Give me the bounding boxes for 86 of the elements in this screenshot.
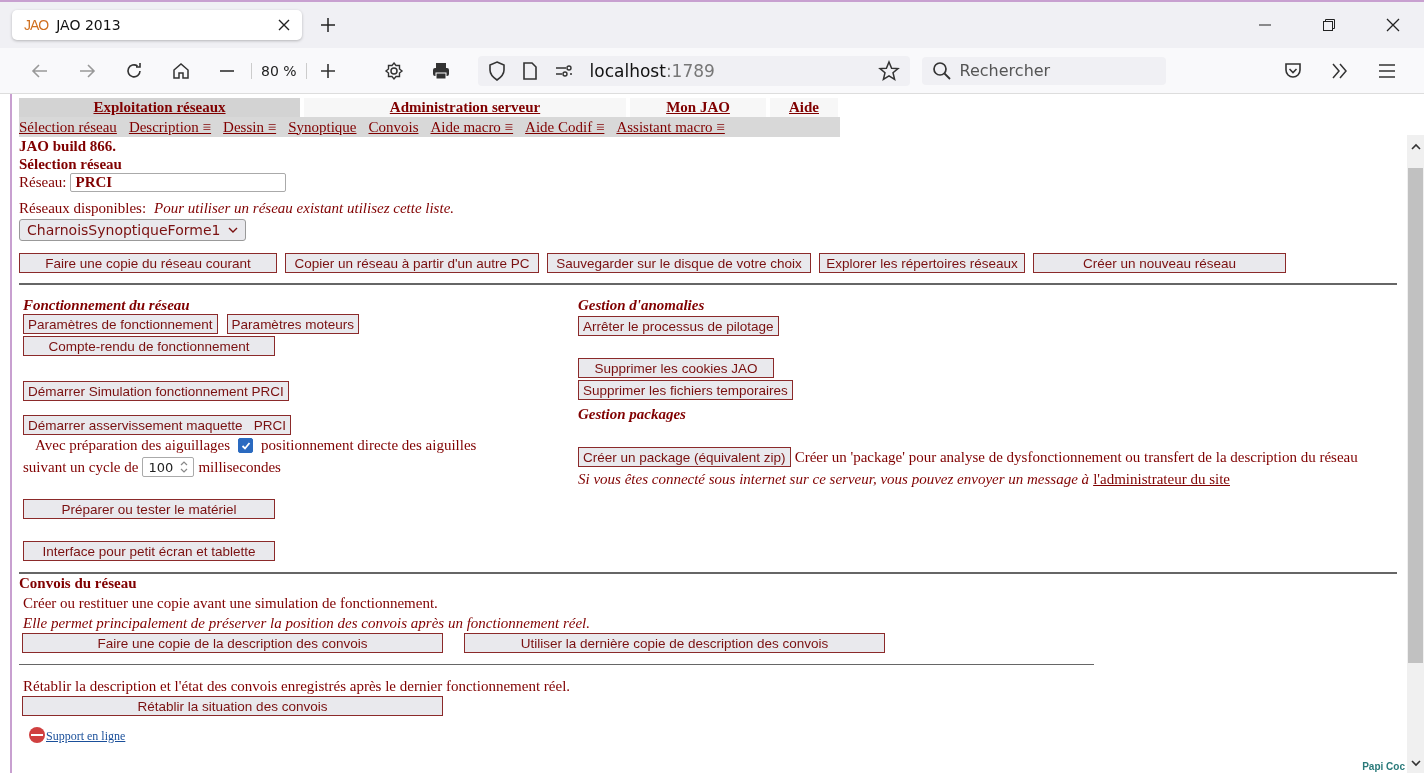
close-icon[interactable]: [1386, 18, 1400, 32]
action-button[interactable]: Créer un package (équivalent zip): [578, 447, 791, 467]
action-button[interactable]: Créer un nouveau réseau: [1033, 253, 1286, 273]
checkbox[interactable]: [238, 438, 254, 453]
network-label: Réseau:: [19, 174, 67, 191]
support-link[interactable]: Support en ligne: [46, 729, 126, 744]
section-title: Convois du réseau: [19, 574, 138, 592]
admin-link[interactable]: l'administrateur du site: [1093, 471, 1230, 487]
network-field[interactable]: PRCI: [70, 173, 287, 192]
section-heading: Gestion d'anomalies: [578, 297, 705, 314]
support-icon: [28, 726, 46, 744]
scrollbar[interactable]: [1407, 135, 1424, 773]
submenu-link[interactable]: Synoptique: [288, 118, 357, 136]
available-hint: Pour utiliser un réseau existant utilisez cette liste.: [154, 200, 455, 217]
contact-text: Si vous êtes connecté sous internet sur ce serveur, vous pouvez envoyer un message à: [578, 471, 1090, 487]
url-text: localhost:1789: [589, 60, 715, 81]
available-label: Réseaux disponibles:: [19, 200, 147, 217]
action-button[interactable]: Supprimer les fichiers temporaires: [578, 380, 793, 400]
zoom-in-icon[interactable]: [318, 61, 337, 80]
scroll-down-icon[interactable]: [1410, 759, 1421, 767]
settings-icon[interactable]: [383, 60, 404, 81]
cycle-field[interactable]: 100: [142, 457, 195, 477]
restore-text: Rétablir la description et l'état des convois enregistrés après le dernier fonctionnement réel.: [23, 677, 572, 696]
close-icon[interactable]: [278, 19, 290, 31]
check-icon: [240, 440, 251, 451]
action-button[interactable]: Faire une copie du réseau courant: [19, 253, 277, 273]
switches-label: positionnement directe des aiguilles: [261, 437, 477, 454]
scroll-up-icon[interactable]: [1410, 143, 1421, 151]
submenu-link[interactable]: Assistant macro ≡: [616, 118, 725, 136]
action-button[interactable]: Sauvegarder sur le disque de votre choix: [547, 253, 811, 273]
submenu-link[interactable]: Aide Codif ≡: [525, 118, 605, 136]
search-field[interactable]: Rechercher: [921, 56, 1166, 85]
action-button[interactable]: Démarrer asservissement maquette PRCI: [23, 415, 292, 435]
action-button[interactable]: Arrêter le processus de pilotage: [578, 316, 779, 336]
action-button[interactable]: Rétablir la situation des convois: [22, 696, 443, 716]
footer-credit: Papi Coc: [1362, 761, 1405, 772]
section-title: Sélection réseau: [19, 155, 123, 173]
restore-icon[interactable]: [1322, 18, 1336, 32]
network-select[interactable]: CharnoisSynoptiqueForme1: [19, 219, 247, 241]
action-button[interactable]: Paramètres moteurs: [226, 314, 359, 334]
switches-label: Avec préparation des aiguillages: [35, 437, 231, 454]
action-button[interactable]: Explorer les répertoires réseaux: [819, 253, 1025, 273]
action-button[interactable]: Copier un réseau à partir d'un autre PC: [285, 253, 539, 273]
nav-tab[interactable]: Exploitation réseaux: [19, 98, 300, 117]
action-button[interactable]: Compte-rendu de fonctionnement: [23, 336, 275, 356]
address-bar[interactable]: localhost:1789: [477, 55, 910, 86]
caret-icon: [228, 226, 239, 234]
new-tab-icon[interactable]: [320, 17, 336, 33]
shield-icon[interactable]: [487, 60, 506, 81]
action-button[interactable]: Faire une copie de la description des convois: [22, 633, 443, 653]
submenu-link[interactable]: Dessin ≡: [223, 118, 277, 136]
section-heading: Gestion packages: [578, 406, 686, 423]
submenu-link[interactable]: Sélection réseau: [19, 118, 117, 136]
printer-icon[interactable]: [430, 60, 451, 81]
page-icon[interactable]: [521, 60, 538, 81]
search-icon: [931, 60, 952, 81]
browser-tab[interactable]: JAO JAO 2013: [12, 10, 302, 40]
nav-tab[interactable]: Administration serveur: [304, 98, 626, 117]
action-button[interactable]: Préparer ou tester le matériel: [23, 499, 275, 519]
convoys-text: Créer ou restituer une copie avant une simulation de fonctionnement.: [23, 594, 439, 613]
action-button[interactable]: Paramètres de fonctionnement: [23, 314, 218, 334]
submenu-link[interactable]: Aide macro ≡: [430, 118, 514, 136]
nav-tab[interactable]: Aide: [770, 98, 838, 117]
spinner-icon[interactable]: [180, 460, 189, 474]
tab-logo: JAO: [24, 17, 49, 33]
convoys-note: Elle permet principalement de préserver la position des convois après un fonctionnement réel.: [23, 614, 591, 633]
home-icon[interactable]: [171, 60, 191, 81]
action-button[interactable]: Utiliser la dernière copie de description des convois: [464, 633, 885, 653]
package-description: Créer un 'package' pour analyse de dysfonctionnement ou transfert de la description du réseau: [794, 448, 1358, 467]
zoom-level[interactable]: 80 %: [251, 62, 307, 79]
permissions-icon[interactable]: [553, 62, 574, 79]
star-icon[interactable]: [877, 59, 900, 82]
reload-icon[interactable]: [124, 60, 144, 81]
action-button[interactable]: Supprimer les cookies JAO: [578, 358, 774, 378]
submenu-link[interactable]: Convois: [368, 118, 419, 136]
section-heading: Fonctionnement du réseau: [23, 297, 190, 314]
scroll-thumb[interactable]: [1408, 168, 1423, 663]
build-label: JAO build 866.: [19, 137, 118, 155]
action-button[interactable]: Démarrer Simulation fonctionnement PRCI: [23, 381, 289, 401]
submenu-link[interactable]: Description ≡: [128, 118, 212, 136]
tab-title: JAO 2013: [56, 17, 122, 33]
cycle-label: suivant un cycle de: [23, 458, 139, 476]
pocket-icon[interactable]: [1283, 60, 1303, 81]
action-button[interactable]: Interface pour petit écran et tablette: [23, 541, 275, 561]
nav-tab[interactable]: Mon JAO: [630, 98, 766, 117]
cycle-unit: millisecondes: [198, 458, 281, 476]
